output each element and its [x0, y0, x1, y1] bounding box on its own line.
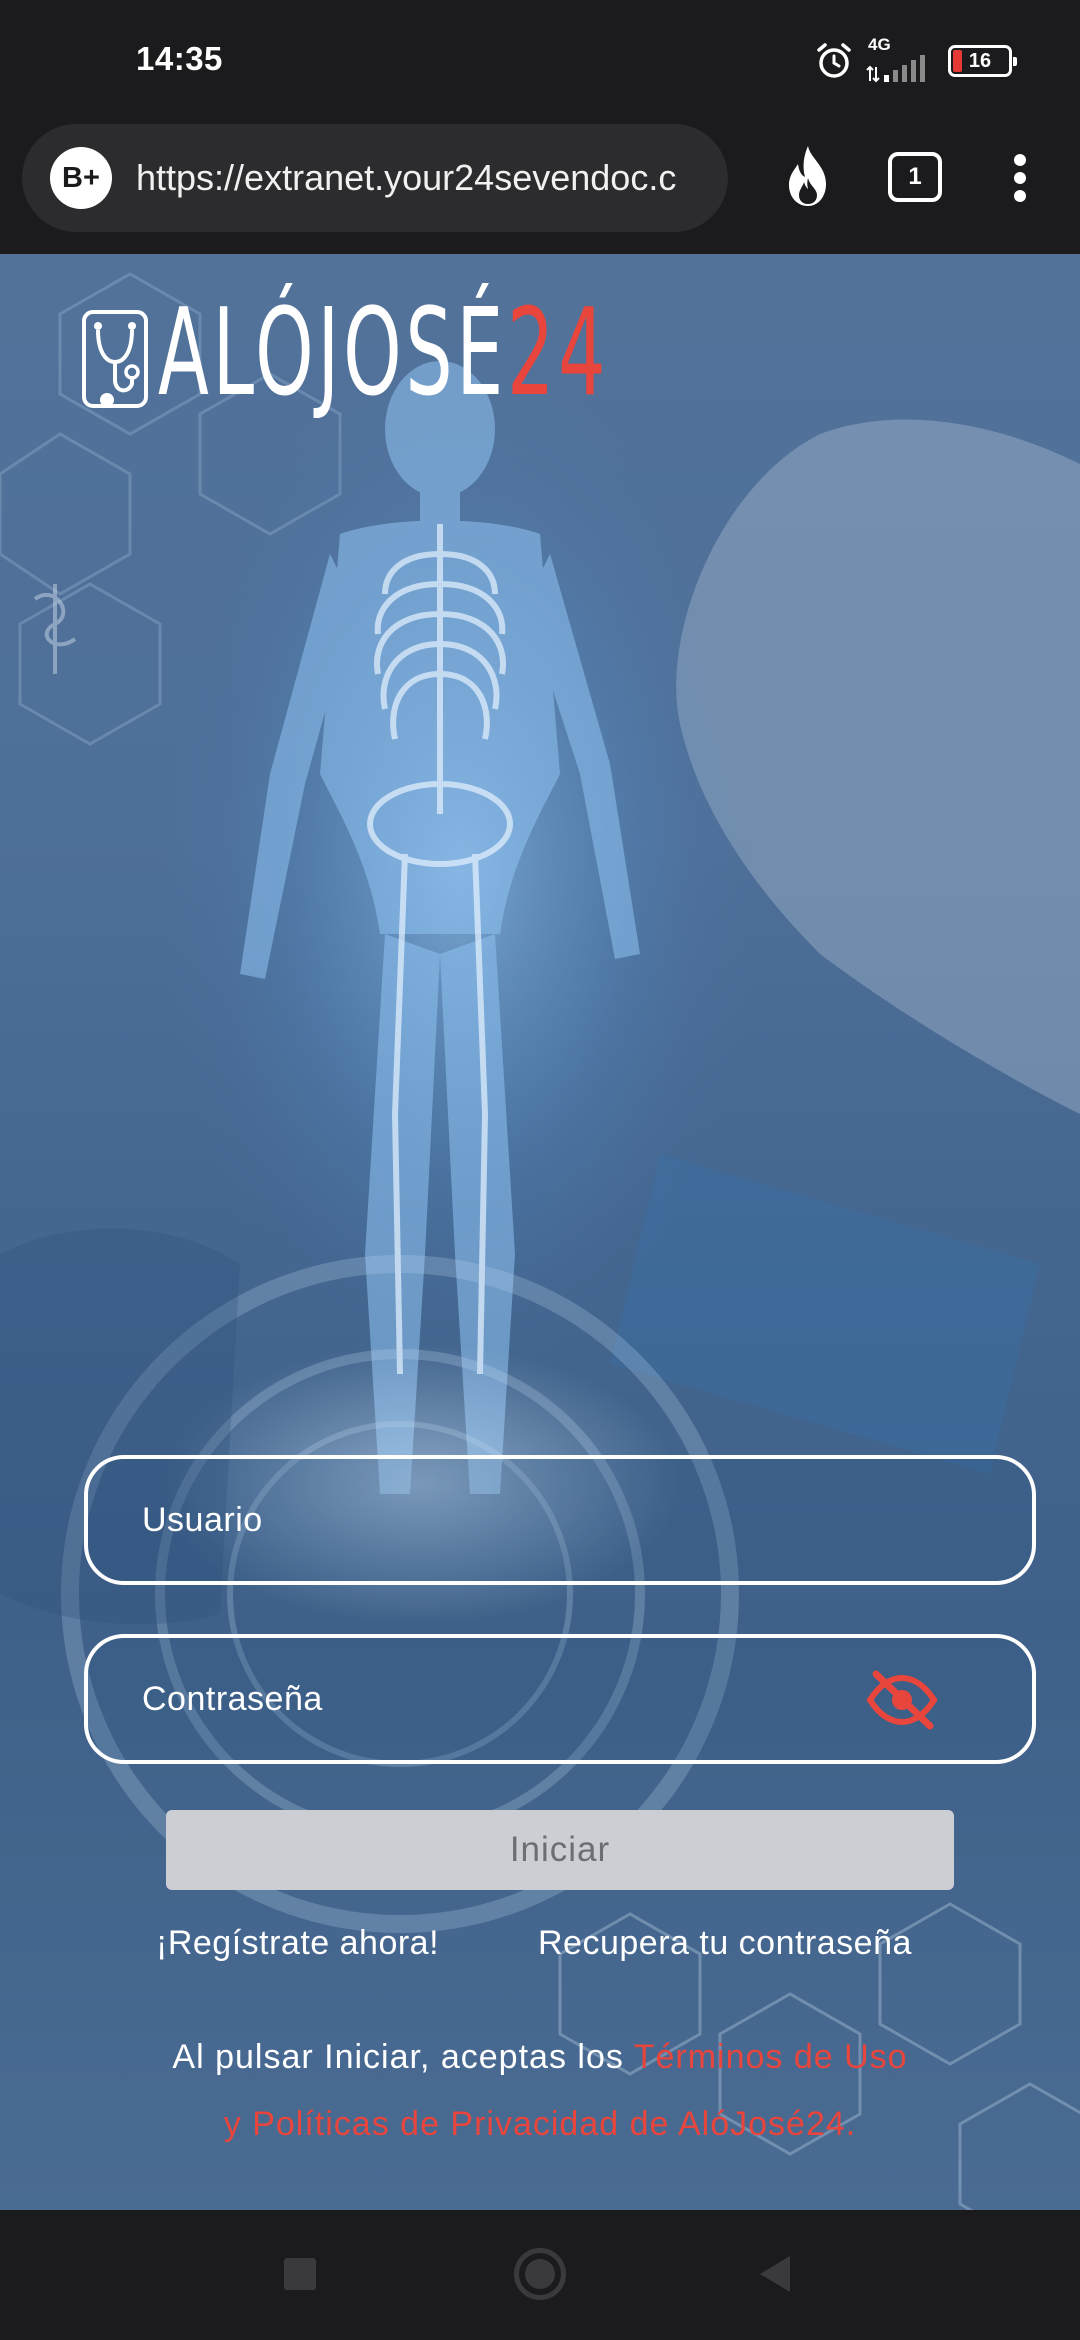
- address-bar[interactable]: B+ https://extranet.your24sevendoc.c: [22, 124, 728, 232]
- terms-prefix: Al pulsar Iniciar, aceptas los: [172, 2038, 634, 2076]
- url-text[interactable]: https://extranet.your24sevendoc.c: [136, 157, 696, 199]
- login-page: ALÓJOSÉ24 Usuario Contraseña Iniciar ¡Re…: [0, 254, 1080, 2210]
- password-field[interactable]: Contraseña: [84, 1634, 1036, 1764]
- stethoscope-icon: [82, 310, 148, 408]
- recover-password-link[interactable]: Recupera tu contraseña: [538, 1924, 912, 1963]
- browser-toolbar: B+ https://extranet.your24sevendoc.c 1: [0, 124, 1080, 254]
- fire-icon[interactable]: [780, 144, 836, 208]
- battery-level: 16: [968, 49, 992, 72]
- system-navigation-bar: [0, 2210, 1080, 2340]
- brand-logo: ALÓJOSÉ24: [80, 294, 886, 414]
- home-icon[interactable]: [514, 2248, 566, 2300]
- register-link[interactable]: ¡Regístrate ahora!: [156, 1924, 439, 1963]
- signal-icon: [866, 55, 925, 83]
- battery-icon: 16: [948, 45, 1017, 77]
- terms-notice: Al pulsar Iniciar, aceptas los Términos …: [60, 2024, 1020, 2091]
- tabs-button[interactable]: 1: [888, 152, 942, 202]
- recents-icon[interactable]: [284, 2258, 316, 2290]
- cellular-indicator: 4G: [866, 35, 936, 83]
- battery-fill: [953, 50, 962, 72]
- more-vert-icon[interactable]: [1004, 148, 1036, 208]
- username-placeholder: Usuario: [142, 1500, 263, 1539]
- brand-name: ALÓJOSÉ24: [158, 294, 609, 414]
- eye-off-icon[interactable]: [866, 1668, 938, 1732]
- login-button[interactable]: Iniciar: [166, 1810, 954, 1890]
- status-bar: 14:35 4G 16: [0, 0, 1080, 124]
- network-type-label: 4G: [868, 35, 891, 54]
- brand-name-accent: 24: [507, 284, 610, 423]
- site-badge-icon[interactable]: B+: [50, 147, 112, 209]
- terms-of-use-link[interactable]: Términos de Uso: [634, 2038, 908, 2076]
- brand-name-main: ALÓJOSÉ: [158, 284, 508, 423]
- username-field[interactable]: Usuario: [84, 1455, 1036, 1585]
- alarm-icon: [814, 41, 854, 81]
- back-icon[interactable]: [760, 2256, 790, 2292]
- status-icons: 4G 16: [814, 35, 1017, 84]
- background-medical-illustration: [0, 272, 1080, 2210]
- password-placeholder: Contraseña: [142, 1679, 323, 1718]
- status-time: 14:35: [136, 40, 223, 77]
- terms-notice-line2: y Políticas de Privacidad de AlóJosé24.: [60, 2091, 1020, 2158]
- privacy-policy-link[interactable]: y Políticas de Privacidad de AlóJosé24.: [224, 2105, 856, 2143]
